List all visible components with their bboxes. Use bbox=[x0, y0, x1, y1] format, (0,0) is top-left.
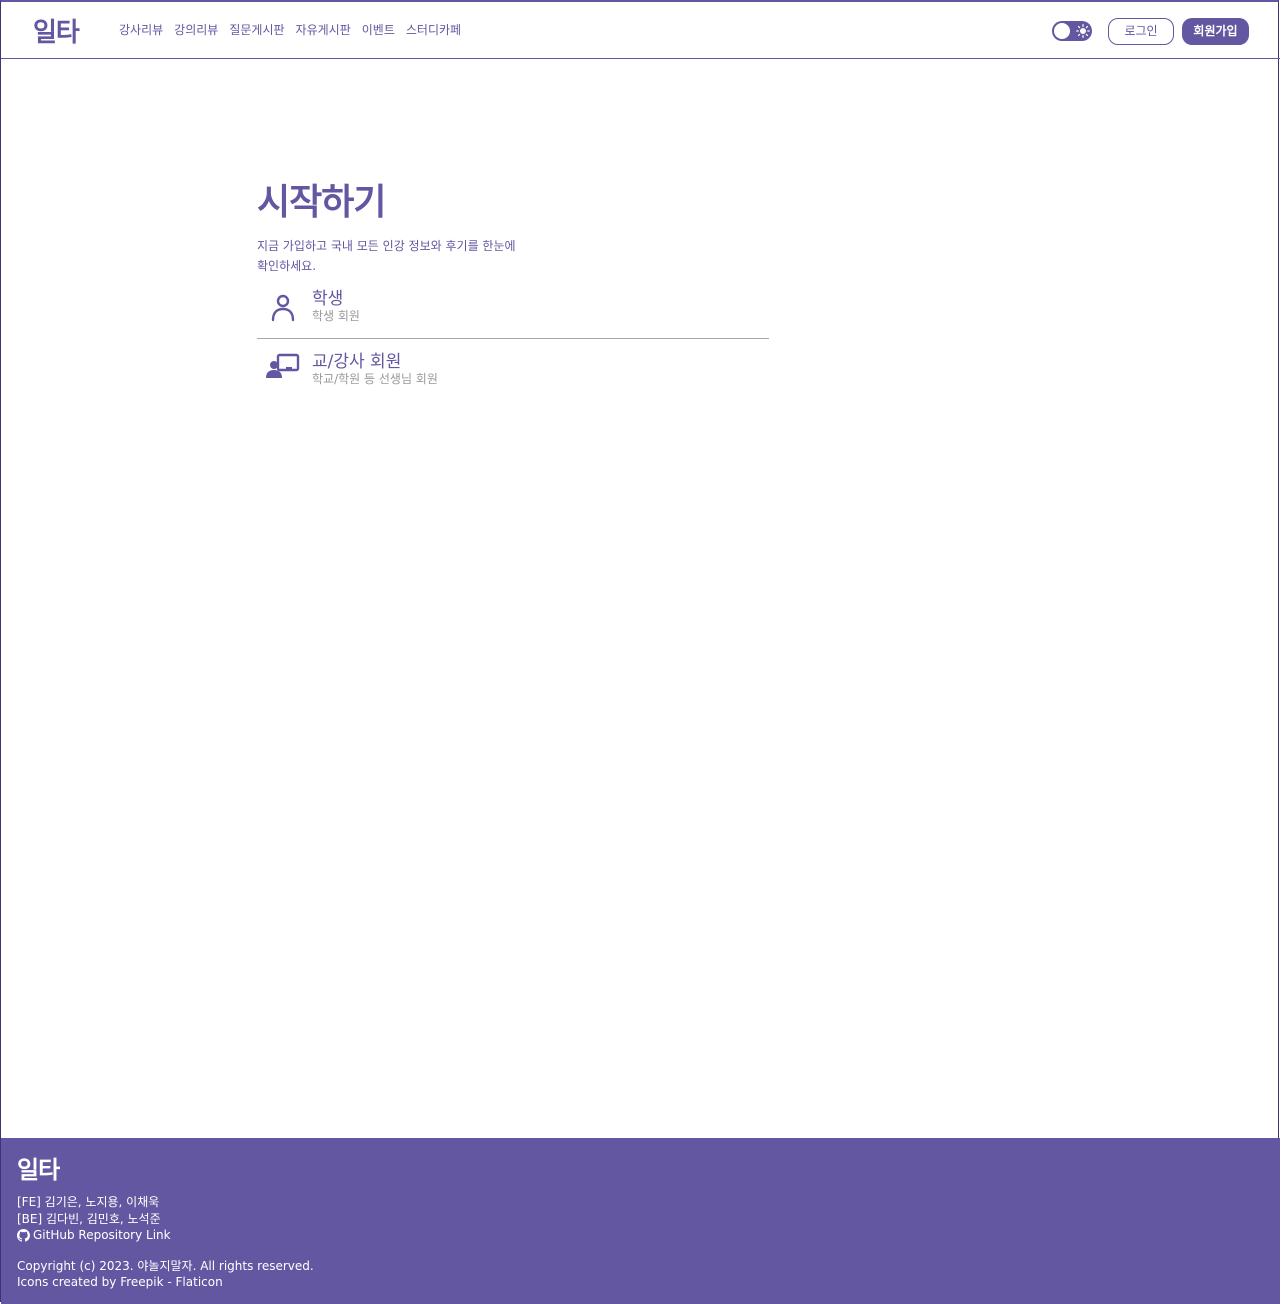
teacher-board-icon bbox=[266, 353, 300, 378]
team-credits: [FE] 김기은, 노지용, 이채욱 [BE] 김다빈, 김민호, 노석준 Gi… bbox=[17, 1194, 171, 1244]
page-title: 시작하기 bbox=[257, 182, 386, 223]
github-repo-link[interactable]: GitHub Repository Link bbox=[17, 1227, 171, 1244]
icons-credit: Icons created by Freepik - Flaticon bbox=[17, 1275, 223, 1289]
footer-logo: 일타 bbox=[17, 1156, 60, 1184]
theme-toggle[interactable] bbox=[1052, 21, 1092, 41]
member-type-list: 학생 학생 회원 교/강사 회원 학교/학원 등 선생님 회원 bbox=[257, 282, 769, 395]
signup-button[interactable]: 회원가입 bbox=[1182, 18, 1249, 45]
github-icon bbox=[17, 1228, 30, 1242]
nav-item-qna-board[interactable]: 질문게시판 bbox=[229, 21, 284, 38]
nav-item-event[interactable]: 이벤트 bbox=[362, 21, 395, 38]
site-logo[interactable]: 일타 bbox=[33, 12, 80, 49]
main-nav: 강사리뷰 강의리뷰 질문게시판 자유게시판 이벤트 스터디카페 bbox=[119, 21, 461, 38]
toggle-knob bbox=[1054, 23, 1070, 39]
top-header: 일타 강사리뷰 강의리뷰 질문게시판 자유게시판 이벤트 스터디카페 로그인 회… bbox=[1, 2, 1280, 59]
page-description: 지금 가입하고 국내 모든 인강 정보와 후기를 한눈에 확인하세요. bbox=[257, 239, 516, 273]
nav-item-lecture-review[interactable]: 강의리뷰 bbox=[174, 21, 218, 38]
nav-item-study-cafe[interactable]: 스터디카페 bbox=[406, 21, 461, 38]
option-title: 학생 bbox=[312, 289, 344, 309]
page: 일타 강사리뷰 강의리뷰 질문게시판 자유게시판 이벤트 스터디카페 로그인 회… bbox=[0, 0, 1280, 1304]
copyright-text: Copyright (c) 2023. 야놀지말자. All rights re… bbox=[17, 1259, 314, 1273]
sun-icon bbox=[1076, 24, 1090, 38]
site-footer: 일타 [FE] 김기은, 노지용, 이채욱 [BE] 김다빈, 김민호, 노석준… bbox=[1, 1138, 1280, 1304]
repo-link-label: GitHub Repository Link bbox=[33, 1228, 171, 1242]
nav-item-instructor-review[interactable]: 강사리뷰 bbox=[119, 21, 163, 38]
option-title: 교/강사 회원 bbox=[312, 352, 402, 372]
option-teacher[interactable]: 교/강사 회원 학교/학원 등 선생님 회원 bbox=[257, 338, 769, 395]
signup-start-section: 시작하기 지금 가입하고 국내 모든 인강 정보와 후기를 한눈에 확인하세요.… bbox=[257, 182, 769, 395]
nav-item-free-board[interactable]: 자유게시판 bbox=[296, 21, 351, 38]
fe-members: [FE] 김기은, 노지용, 이채욱 bbox=[17, 1195, 160, 1209]
option-subtitle: 학교/학원 등 선생님 회원 bbox=[312, 372, 438, 386]
footer-legal: Copyright (c) 2023. 야놀지말자. All rights re… bbox=[17, 1258, 314, 1290]
option-student[interactable]: 학생 학생 회원 bbox=[257, 282, 769, 338]
option-subtitle: 학생 회원 bbox=[312, 309, 360, 323]
login-button[interactable]: 로그인 bbox=[1108, 18, 1174, 45]
be-members: [BE] 김다빈, 김민호, 노석준 bbox=[17, 1211, 161, 1226]
user-icon bbox=[271, 294, 295, 322]
